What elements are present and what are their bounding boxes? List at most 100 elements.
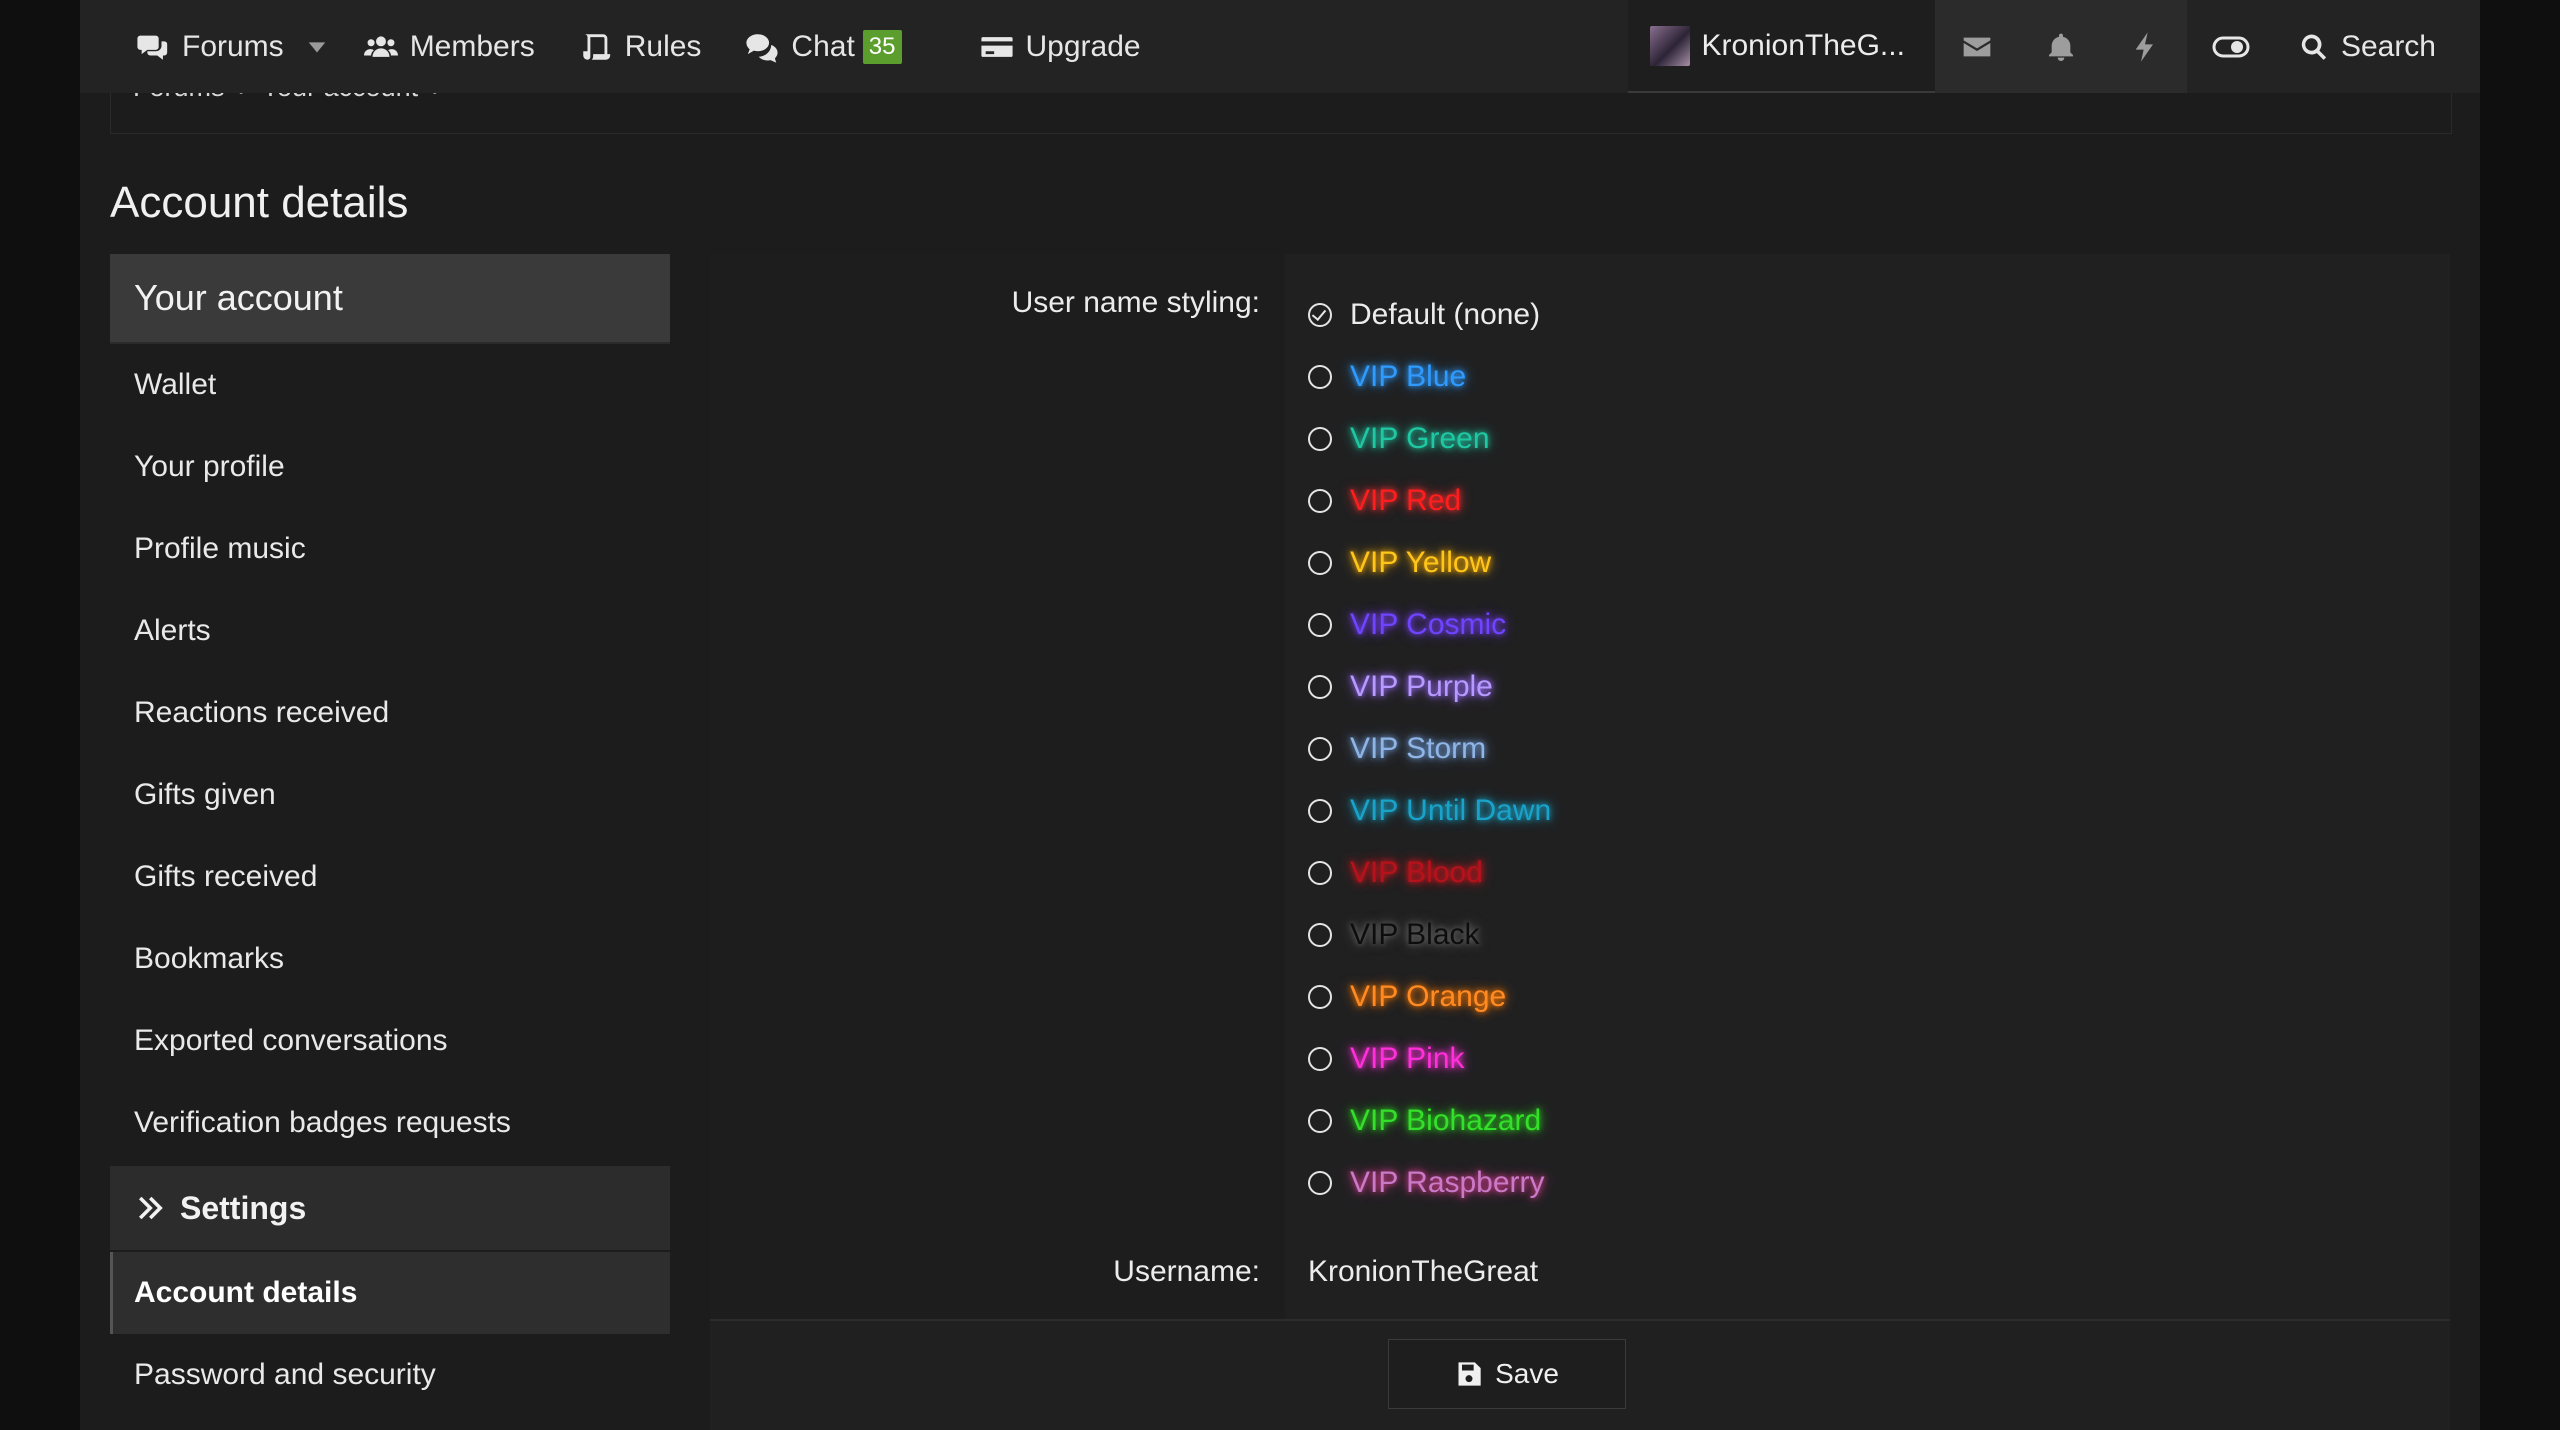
- sidebar-item-label: Exported conversations: [134, 1024, 448, 1057]
- styling-option-vip-pink[interactable]: VIP Pink: [1308, 1028, 1551, 1090]
- nav-members-label: Members: [409, 29, 535, 63]
- sidebar-items: Wallet Your profile Profile music Alerts Rea…: [110, 344, 670, 1164]
- nav-members[interactable]: Members: [342, 0, 557, 93]
- sidebar-item-exported-conversations[interactable]: Exported conversations: [110, 1000, 670, 1082]
- chat-bubbles-icon: [746, 33, 779, 63]
- sidebar-item-reactions-received[interactable]: Reactions received: [110, 672, 670, 754]
- breadcrumb: Forums › Your account ›: [133, 93, 441, 103]
- radio-checked-icon[interactable]: [1308, 303, 1332, 327]
- breadcrumb-forums[interactable]: Forums: [133, 93, 225, 103]
- nav-user-menu[interactable]: KronionTheG...: [1627, 0, 1935, 93]
- radio-icon[interactable]: [1308, 861, 1332, 885]
- sidebar-item-password-and-security[interactable]: Password and security: [110, 1334, 670, 1416]
- style-toggle[interactable]: [2186, 0, 2275, 93]
- sidebar-item-label: Wallet: [134, 368, 217, 401]
- sidebar-item-bookmarks[interactable]: Bookmarks: [110, 918, 670, 1000]
- breadcrumb-bar: Forums › Your account ›: [110, 93, 2452, 134]
- nav-icon-group: [1934, 0, 2187, 93]
- avatar: [1649, 25, 1690, 66]
- radio-icon[interactable]: [1308, 613, 1332, 637]
- form-divider: [710, 1319, 2450, 1321]
- save-button-label: Save: [1495, 1358, 1559, 1389]
- nav-chat[interactable]: Chat 35: [723, 0, 923, 93]
- styling-option-label: VIP Blood: [1350, 856, 1483, 889]
- chat-count-badge: 35: [862, 29, 902, 64]
- scroll-icon: [582, 33, 610, 60]
- styling-option-vip-blood[interactable]: VIP Blood: [1308, 842, 1551, 904]
- nav-search-label: Search: [2340, 29, 2436, 63]
- styling-option-label: VIP Yellow: [1350, 546, 1492, 579]
- username-label: Username:: [1113, 1255, 1260, 1288]
- radio-icon[interactable]: [1308, 923, 1332, 947]
- styling-option-label: VIP Black: [1350, 918, 1480, 951]
- sidebar-item-alerts[interactable]: Alerts: [110, 590, 670, 672]
- double-chevron-right-icon: [139, 1196, 163, 1220]
- nav-chat-label: Chat: [791, 29, 855, 63]
- radio-icon[interactable]: [1308, 489, 1332, 513]
- radio-icon[interactable]: [1308, 551, 1332, 575]
- styling-option-vip-green[interactable]: VIP Green: [1308, 408, 1551, 470]
- sidebar-item-wallet[interactable]: Wallet: [110, 344, 670, 426]
- nav-forums[interactable]: Forums: [80, 0, 306, 93]
- form-label-column: [710, 254, 1285, 1319]
- sidebar-heading[interactable]: Your account: [110, 254, 670, 344]
- radio-icon[interactable]: [1308, 1171, 1332, 1195]
- sidebar-item-verification-badges-requests[interactable]: Verification badges requests: [110, 1082, 670, 1164]
- radio-icon[interactable]: [1308, 737, 1332, 761]
- breadcrumb-separator-icon: ›: [239, 93, 248, 103]
- radio-icon[interactable]: [1308, 1047, 1332, 1071]
- nav-search[interactable]: Search: [2274, 0, 2480, 93]
- radio-icon[interactable]: [1308, 365, 1332, 389]
- styling-option-vip-raspberry[interactable]: VIP Raspberry: [1308, 1152, 1551, 1214]
- styling-option-vip-orange[interactable]: VIP Orange: [1308, 966, 1551, 1028]
- nav-rules[interactable]: Rules: [557, 0, 724, 93]
- inbox-button[interactable]: [1935, 0, 2019, 93]
- sidebar-settings-label: Settings: [180, 1189, 307, 1226]
- sidebar-item-label: Gifts given: [134, 778, 276, 811]
- envelope-icon: [1963, 37, 1991, 56]
- styling-option-vip-yellow[interactable]: VIP Yellow: [1308, 532, 1551, 594]
- sidebar-item-gifts-given[interactable]: Gifts given: [110, 754, 670, 836]
- styling-option-default-none[interactable]: Default (none): [1308, 284, 1551, 346]
- sidebar-item-label: Alerts: [134, 614, 211, 647]
- nav-upgrade[interactable]: Upgrade: [924, 0, 1163, 93]
- styling-option-vip-cosmic[interactable]: VIP Cosmic: [1308, 594, 1551, 656]
- radio-icon[interactable]: [1308, 427, 1332, 451]
- styling-option-label: VIP Raspberry: [1350, 1166, 1545, 1199]
- sidebar-item-gifts-received[interactable]: Gifts received: [110, 836, 670, 918]
- breadcrumb-your-account[interactable]: Your account: [262, 93, 419, 103]
- radio-icon[interactable]: [1308, 675, 1332, 699]
- sidebar-settings-heading[interactable]: Settings: [110, 1166, 670, 1250]
- sidebar-item-label: Verification badges requests: [134, 1106, 511, 1139]
- sidebar-item-your-profile[interactable]: Your profile: [110, 426, 670, 508]
- styling-options: Default (none) VIP Blue VIP Green VIP Red VI…: [1308, 284, 1551, 1214]
- styling-option-vip-until-dawn[interactable]: VIP Until Dawn: [1308, 780, 1551, 842]
- styling-option-vip-black[interactable]: VIP Black: [1308, 904, 1551, 966]
- styling-option-vip-blue[interactable]: VIP Blue: [1308, 346, 1551, 408]
- styling-option-label: VIP Purple: [1350, 670, 1493, 703]
- nav-upgrade-label: Upgrade: [1025, 29, 1141, 63]
- floppy-disk-icon: [1458, 1362, 1481, 1386]
- radio-icon[interactable]: [1308, 1109, 1332, 1133]
- radio-icon[interactable]: [1308, 985, 1332, 1009]
- sidebar-heading-label: Your account: [134, 277, 343, 318]
- nav-forums-label: Forums: [182, 29, 284, 63]
- whats-new-button[interactable]: [2103, 0, 2187, 93]
- styling-label: User name styling:: [1011, 286, 1260, 319]
- sidebar-item-label: Your profile: [134, 450, 285, 483]
- styling-option-vip-biohazard[interactable]: VIP Biohazard: [1308, 1090, 1551, 1152]
- radio-icon[interactable]: [1308, 799, 1332, 823]
- styling-option-label: VIP Green: [1350, 422, 1490, 455]
- forums-dropdown-toggle[interactable]: [306, 0, 342, 93]
- styling-option-vip-red[interactable]: VIP Red: [1308, 470, 1551, 532]
- sidebar-item-account-details[interactable]: Account details: [110, 1252, 670, 1334]
- alerts-button[interactable]: [2019, 0, 2103, 93]
- styling-option-vip-purple[interactable]: VIP Purple: [1308, 656, 1551, 718]
- styling-option-label: VIP Blue: [1350, 360, 1467, 393]
- users-icon: [363, 35, 398, 57]
- credit-card-icon: [980, 36, 1013, 57]
- styling-option-vip-storm[interactable]: VIP Storm: [1308, 718, 1551, 780]
- styling-option-label: VIP Cosmic: [1350, 608, 1507, 641]
- sidebar-item-profile-music[interactable]: Profile music: [110, 508, 670, 590]
- save-button[interactable]: Save: [1388, 1339, 1626, 1409]
